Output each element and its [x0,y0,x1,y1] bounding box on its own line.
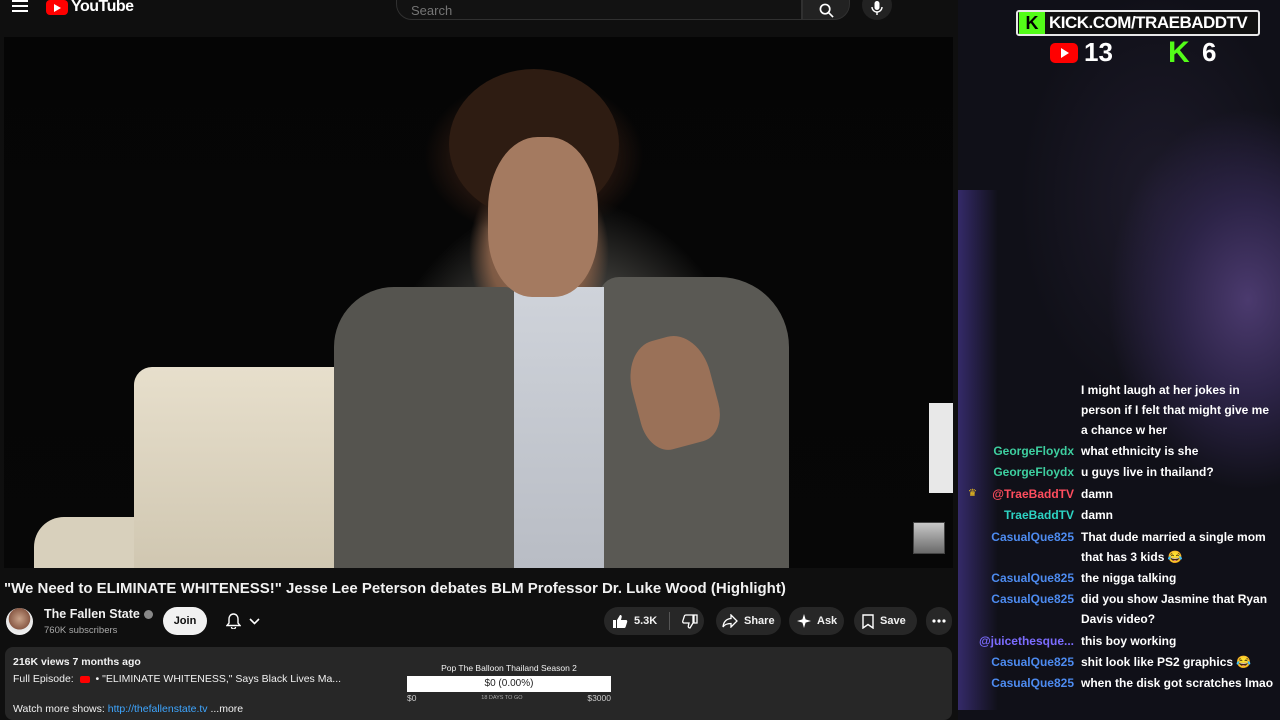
like-divider [669,612,671,630]
hamburger-menu-icon[interactable] [12,0,28,12]
goal-progress-bar: $0 (0.00%) [407,676,611,692]
microphone-icon [871,1,883,15]
kick-url-text: KICK.COM/TRAEBADDTV [1049,13,1248,32]
share-button[interactable]: Share [716,607,781,635]
chat-username: CasualQue825 [991,530,1074,544]
search-button[interactable] [802,0,850,20]
youtube-logo[interactable]: YouTube [46,0,134,16]
kick-logo-icon: K [1019,12,1045,34]
voice-search-button[interactable] [862,0,892,20]
kick-url-banner: K KICK.COM/TRAEBADDTV [1016,10,1260,36]
notification-bell-button[interactable] [218,607,268,635]
watch-more-line: Watch more shows: http://thefallenstate.… [13,703,243,715]
video-player[interactable] [4,37,953,568]
chat-message-text: damn [1081,487,1114,501]
goal-range: $0 18 DAYS TO GO $3000 [407,693,611,703]
bell-icon [226,613,241,629]
kick-viewer-count: K 6 [1168,37,1216,68]
chat-message-text: the nigga talking [1081,571,1177,585]
speaker-jacket-left [334,287,524,568]
chat-message-text: u guys live in thailand? [1081,465,1214,479]
share-icon [722,614,738,628]
youtube-link-icon [79,675,90,683]
youtube-icon [1050,42,1078,63]
chat-username: GeorgeFloydx [993,444,1074,458]
goal-target: $3000 [587,693,611,703]
thumbs-down-icon[interactable] [682,613,698,629]
speaker-face [488,137,598,297]
chat-message-text: did you show Jasmine that Ryan Davis vid… [1081,592,1268,626]
channel-avatar[interactable] [6,608,33,635]
save-button[interactable]: Save [854,607,917,635]
show-more-link[interactable]: ...more [210,703,243,715]
chat-message-text: I might laugh at her jokes in person if … [1081,383,1270,437]
goal-days-left: 18 DAYS TO GO [481,695,523,701]
chat-message-text: shit look like PS2 graphics 😂 [1081,655,1252,669]
chat-username: CasualQue825 [991,655,1074,669]
video-title: "We Need to ELIMINATE WHITENESS!" Jesse … [4,580,786,597]
full-episode-link[interactable]: • "ELIMINATE WHITENESS," Says Black Live… [96,673,342,685]
youtube-header: YouTube [0,0,958,34]
goal-amount: $0 (0.00%) [484,678,534,689]
full-episode-label: Full Episode: [13,673,74,685]
search-box[interactable] [396,0,802,20]
youtube-play-icon [46,0,68,15]
goal-start: $0 [407,693,417,703]
kick-icon: K [1168,35,1190,69]
bookmark-icon [862,613,874,629]
background-lamp [929,403,953,493]
chat-username: @juicethesque... [978,634,1074,648]
chat-username: CasualQue825 [991,592,1074,606]
more-horizontal-icon [932,619,946,623]
crown-icon: ♛ [968,488,977,499]
chat-username: CasualQue825 [991,676,1074,690]
chat-message-text: this boy working [1081,634,1177,648]
channel-watermark[interactable] [913,522,945,554]
channel-name-text[interactable]: The Fallen State [44,607,140,621]
chat-username: @TraeBaddTV [992,487,1074,501]
more-actions-button[interactable] [926,607,952,635]
ask-button[interactable]: Ask [789,607,844,635]
search-input[interactable] [409,2,793,19]
search-icon [819,3,834,18]
ask-label: Ask [817,615,838,627]
goal-title: Pop The Balloon Thailand Season 2 [441,663,577,673]
thumbs-up-icon[interactable] [612,614,628,629]
donation-goal-widget: Pop The Balloon Thailand Season 2 $0 (0.… [407,663,611,703]
chat-username: GeorgeFloydx [993,465,1074,479]
kick-viewer-number: 6 [1202,37,1217,67]
chat-message-text: when the disk got scratches lmao [1081,676,1274,690]
speaker-shirt [514,287,604,568]
verified-icon [143,610,153,620]
watch-more-label: Watch more shows: [13,703,105,715]
chat-message-text: what ethnicity is she [1081,444,1199,458]
chevron-down-icon [249,617,260,625]
join-button[interactable]: Join [163,607,207,635]
save-label: Save [880,615,906,627]
like-count[interactable]: 5.3K [634,615,657,627]
video-frame [4,37,953,568]
subscriber-count: 760K subscribers [44,625,118,636]
chat-message-text: That dude married a single mom that has … [1081,530,1266,564]
view-stats: 216K views 7 months ago [13,656,141,668]
chat-username: CasualQue825 [991,571,1074,585]
sparkle-icon [797,614,811,628]
youtube-viewer-number: 13 [1084,37,1113,67]
share-label: Share [744,615,775,627]
watch-more-link[interactable]: http://thefallenstate.tv [108,703,208,715]
like-dislike-group: 5.3K [604,607,704,635]
channel-name[interactable]: The Fallen State [44,607,153,621]
full-episode-line: Full Episode: • "ELIMINATE WHITENESS," S… [13,673,341,685]
youtube-wordmark: YouTube [71,0,134,15]
chat-message-text: damn [1081,508,1114,522]
chat-username: TraeBaddTV [1003,508,1074,522]
youtube-viewer-count: 13 [1050,37,1113,68]
